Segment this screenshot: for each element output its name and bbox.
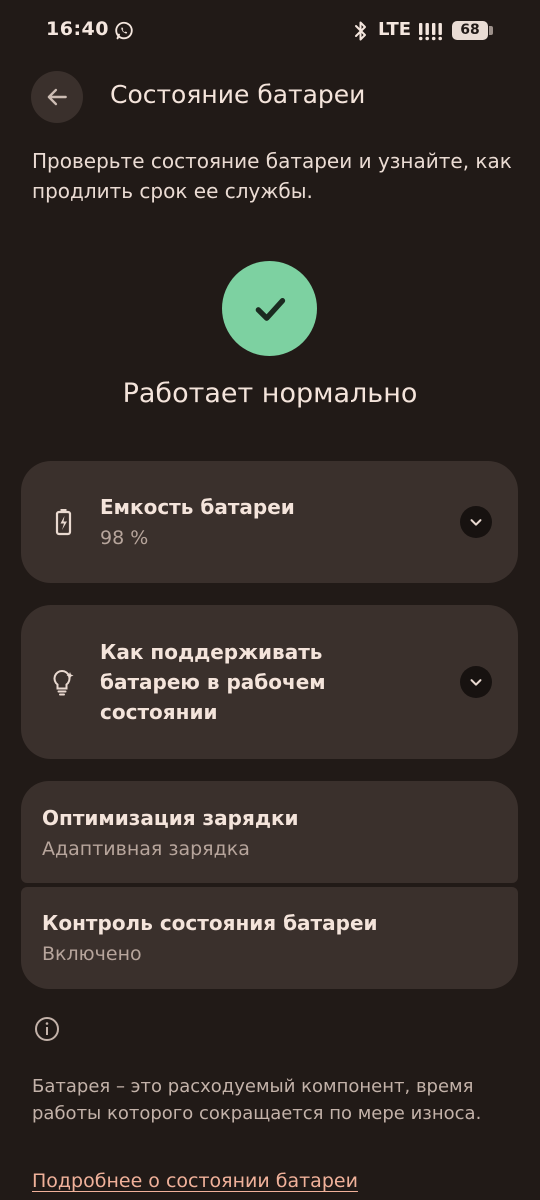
chevron-down-icon <box>470 519 482 526</box>
tips-title: Как поддерживать батарею в рабочем состо… <box>100 640 326 724</box>
health-status-text: Работает нормально <box>122 378 418 409</box>
chevron-down-icon <box>470 679 482 686</box>
battery-icon: 68 <box>452 21 488 40</box>
info-icon <box>35 1017 59 1041</box>
status-bar: 16:40 LTE 68 <box>0 0 540 62</box>
battery-capacity-card[interactable]: Емкость батареи 98 % <box>21 461 518 583</box>
battery-tips-card[interactable]: Как поддерживать батарею в рабочем состо… <box>21 605 518 759</box>
capacity-value: 98 % <box>100 527 149 549</box>
capacity-title: Емкость батареи <box>100 495 295 519</box>
battery-tip <box>489 26 493 35</box>
optimization-title: Оптимизация зарядки <box>42 806 299 830</box>
control-title: Контроль состояния батареи <box>42 911 378 935</box>
network-type: LTE <box>378 19 412 40</box>
optimization-value: Адаптивная зарядка <box>42 838 250 860</box>
expand-tips-button[interactable] <box>460 666 492 698</box>
control-value: Включено <box>42 943 142 965</box>
page-title: Состояние батареи <box>110 80 366 109</box>
battery-level: 68 <box>460 22 480 38</box>
arrow-left-icon <box>47 88 67 106</box>
page-description: Проверьте состояние батареи и узнайте, к… <box>32 149 512 203</box>
back-button[interactable] <box>31 71 83 123</box>
status-time: 16:40 <box>46 18 109 40</box>
battery-health-control-item[interactable]: Контроль состояния батареи Включено <box>21 887 518 989</box>
charging-optimization-item[interactable]: Оптимизация зарядки Адаптивная зарядка <box>21 781 518 883</box>
bluetooth-icon <box>355 21 366 41</box>
learn-more-link[interactable]: Подробнее о состоянии батареи <box>32 1170 358 1192</box>
battery-charging-icon <box>55 509 72 536</box>
whatsapp-icon <box>115 21 133 40</box>
footer-info-text: Батарея – это расходуемый компонент, вре… <box>32 1076 482 1124</box>
signal-icon <box>418 23 442 41</box>
expand-capacity-button[interactable] <box>460 506 492 538</box>
check-icon <box>255 297 285 321</box>
health-status-indicator <box>222 261 317 356</box>
lightbulb-icon <box>53 669 74 696</box>
